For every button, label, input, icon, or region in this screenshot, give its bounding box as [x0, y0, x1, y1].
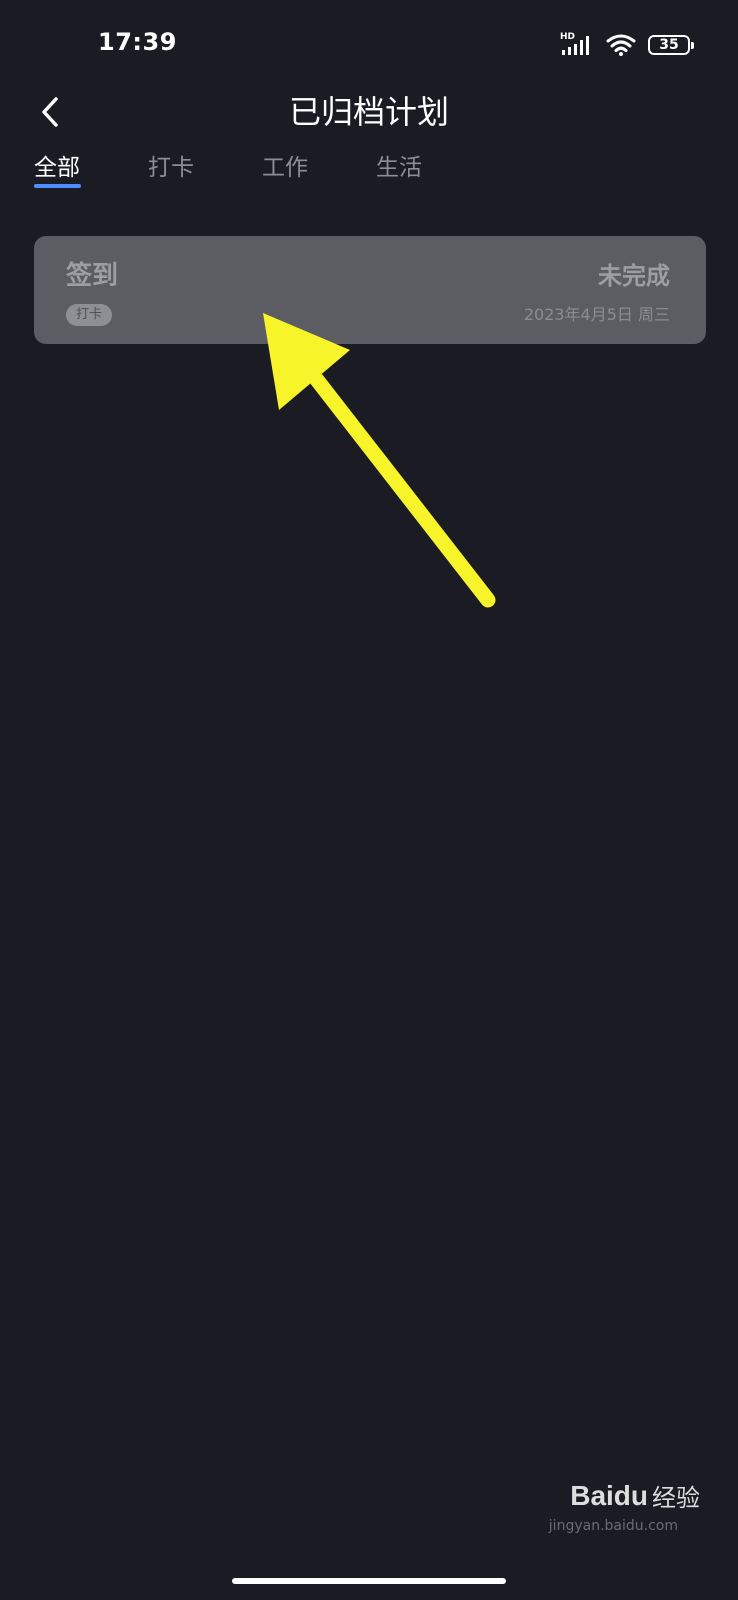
wifi-icon — [606, 33, 636, 57]
category-tabs: 全部 打卡 工作 生活 — [34, 148, 490, 192]
tab-label: 打卡 — [148, 155, 194, 181]
plan-card[interactable]: 签到 打卡 未完成 2023年4月5日 周三 — [34, 236, 706, 344]
battery-icon: 35 — [648, 35, 694, 55]
tab-all[interactable]: 全部 — [34, 148, 148, 192]
tab-life[interactable]: 生活 — [376, 148, 490, 192]
active-tab-indicator — [34, 184, 81, 188]
tab-label: 工作 — [262, 155, 308, 181]
plan-tag-badge: 打卡 — [66, 304, 113, 326]
watermark-text: 经验 — [652, 1484, 700, 1512]
plan-title: 签到 — [66, 261, 119, 291]
tab-checkin[interactable]: 打卡 — [148, 148, 262, 192]
page-title: 已归档计划 — [288, 93, 449, 131]
status-bar: 17:39 HD 35 — [0, 0, 738, 88]
plan-date: 2023年4月5日 周三 — [523, 305, 670, 324]
status-time: 17:39 — [98, 28, 177, 56]
header: 已归档计划 — [0, 80, 738, 144]
tab-label: 全部 — [34, 155, 80, 181]
status-icons: HD 35 — [560, 30, 694, 60]
signal-icon: HD — [560, 33, 594, 57]
tab-work[interactable]: 工作 — [262, 148, 376, 192]
battery-level: 35 — [659, 37, 679, 53]
tab-label: 生活 — [376, 155, 422, 181]
watermark: Baidu 经验 — [570, 1478, 700, 1513]
home-indicator[interactable] — [232, 1578, 506, 1584]
baidu-logo: Baidu — [570, 1479, 648, 1511]
watermark-url: jingyan.baidu.com — [548, 1518, 678, 1534]
plan-status: 未完成 — [598, 262, 670, 290]
